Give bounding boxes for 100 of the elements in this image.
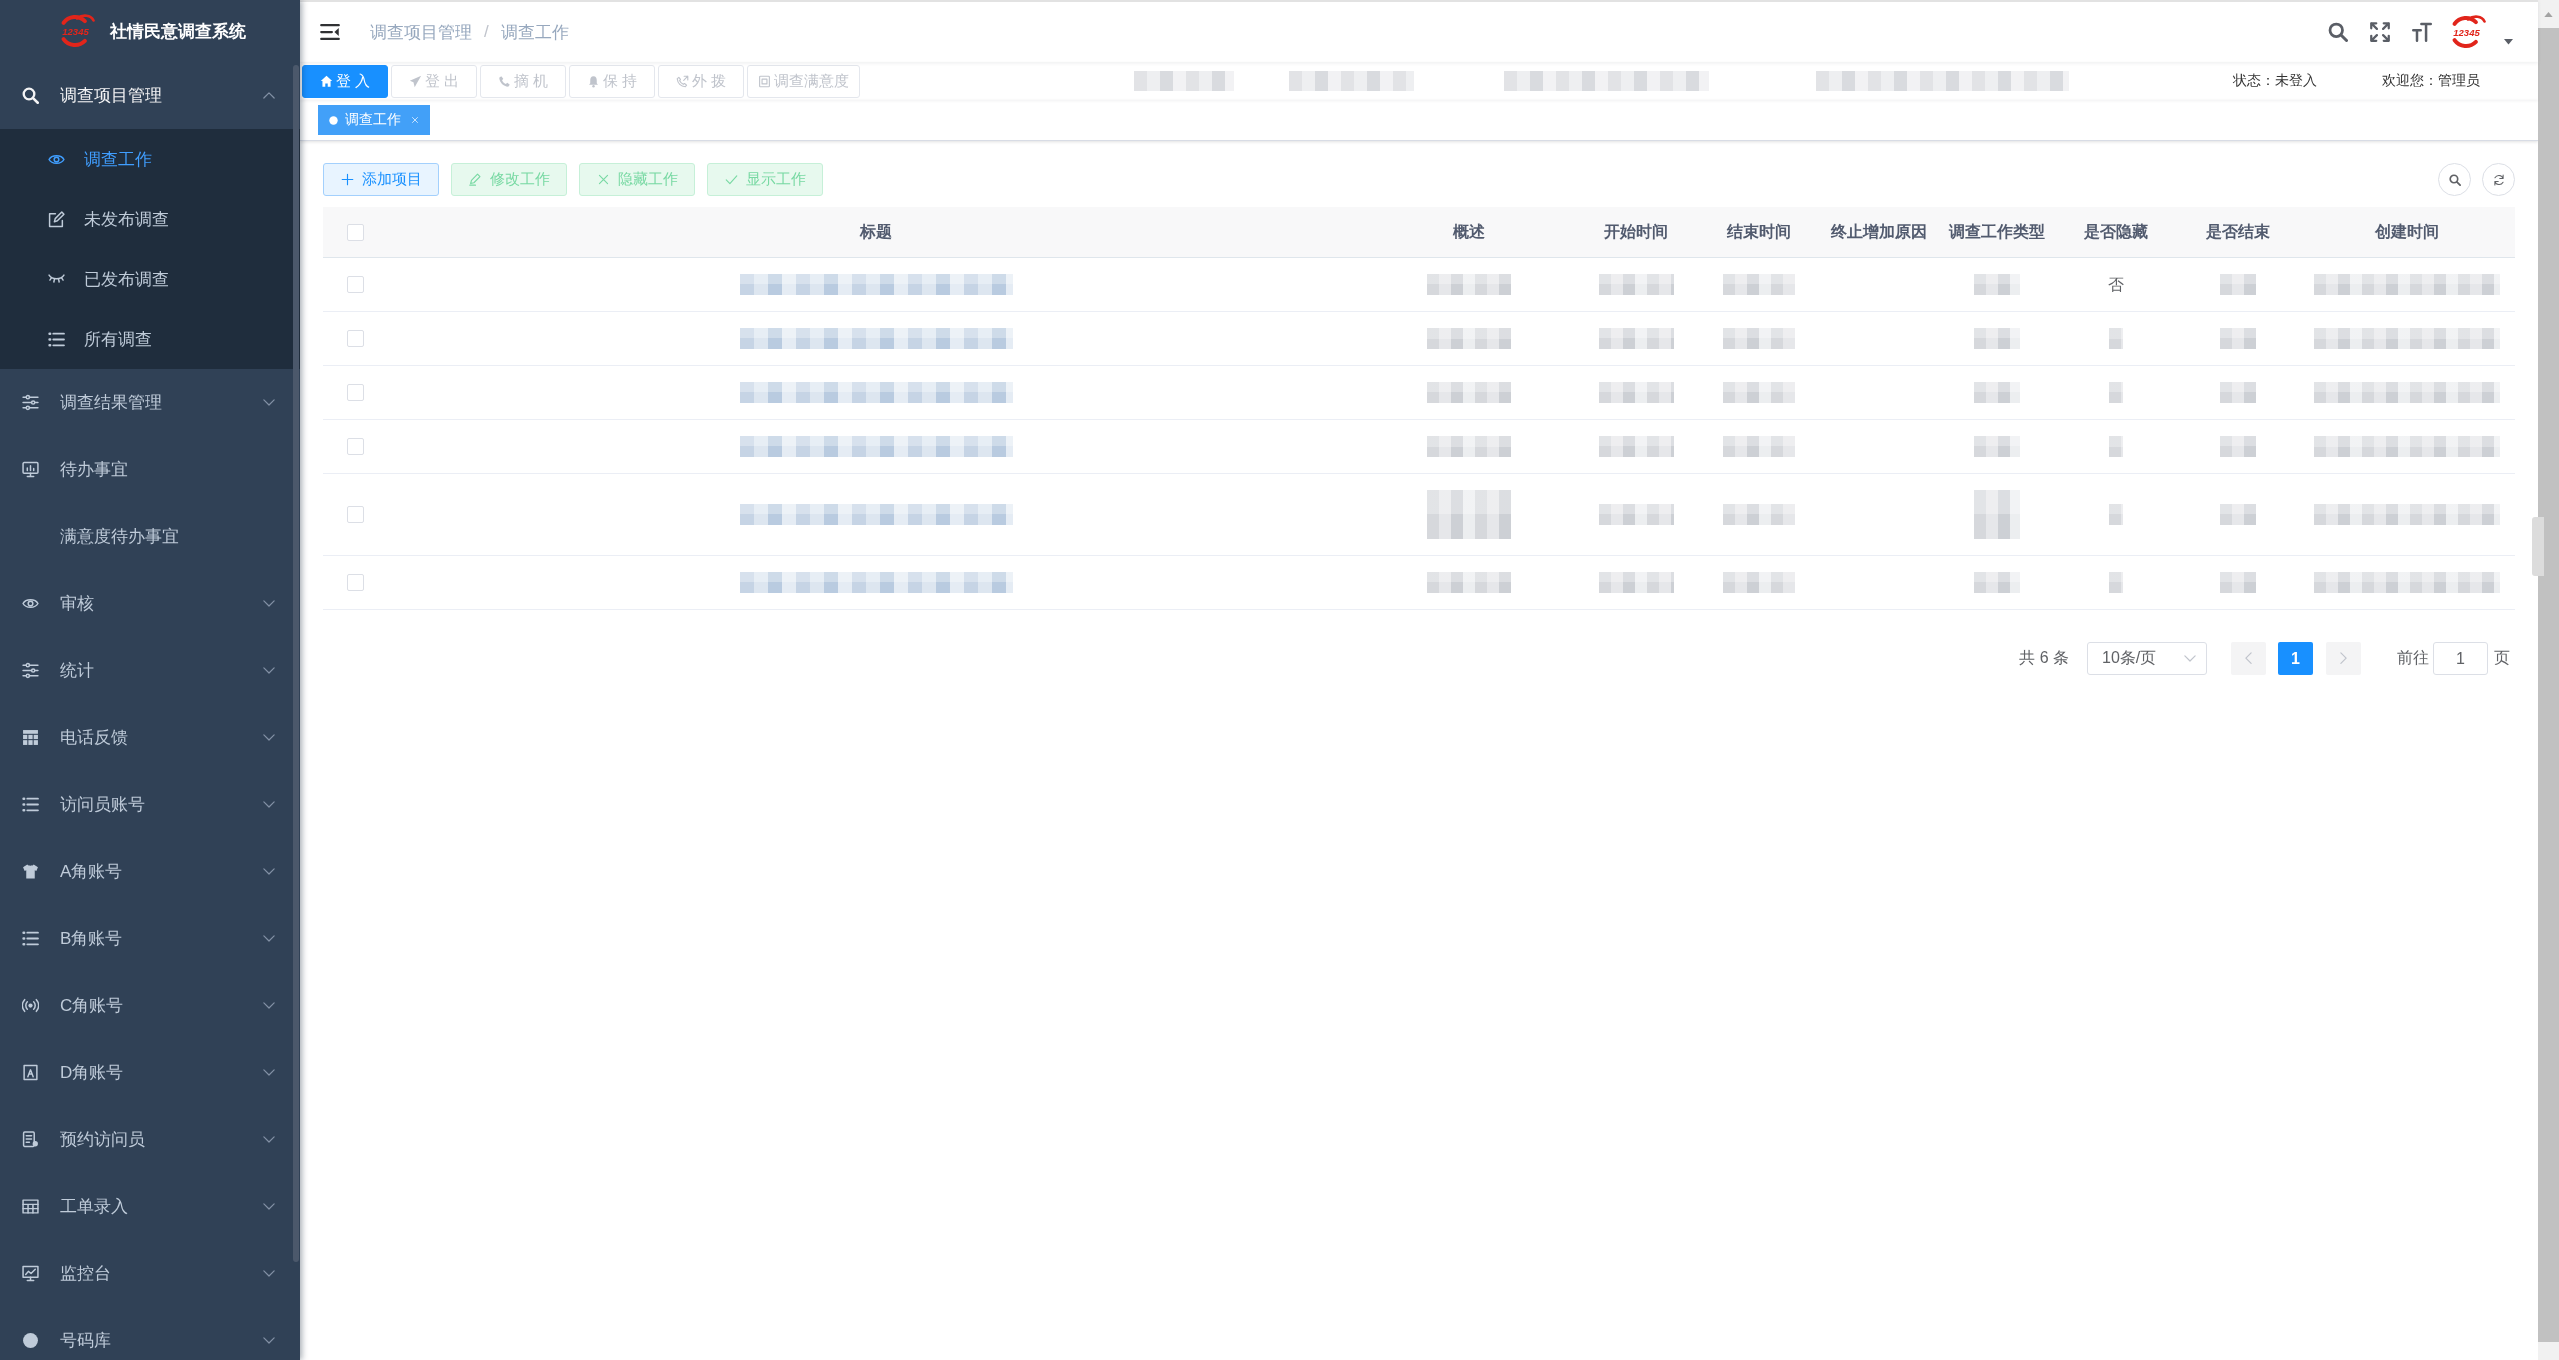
column-header: 标题 (858, 221, 894, 242)
menu-item[interactable]: 访问员账号 (0, 771, 300, 838)
refresh-button[interactable] (2482, 163, 2515, 196)
closed-eye-icon (48, 274, 65, 284)
blurred-text (2219, 504, 2257, 525)
phone-icon (497, 74, 511, 88)
blurred-text (1974, 328, 2021, 349)
total-count: 共 6 条 (2019, 648, 2069, 668)
chevron-left-icon (2245, 652, 2252, 665)
menu-item[interactable]: 调查项目管理 (0, 62, 300, 129)
search-icon (2448, 173, 2461, 186)
goto-label: 前往 (2397, 648, 2429, 668)
blurred-text (2109, 436, 2124, 457)
column-header: 结束时间 (1725, 221, 1792, 242)
sliders-icon (22, 394, 39, 411)
search-icon (22, 87, 39, 104)
blurred-text (2219, 436, 2257, 457)
column-header: 是否结束 (2205, 221, 2272, 242)
chevron-right-icon (2340, 652, 2347, 665)
submenu-item[interactable]: 调查工作 (0, 129, 300, 189)
list-icon (22, 930, 39, 947)
close-icon[interactable] (411, 116, 419, 124)
font-size-icon[interactable] (2412, 22, 2432, 42)
column-header: 是否隐藏 (2083, 221, 2150, 242)
phone-outgoing-icon (675, 74, 689, 88)
menu-item[interactable]: 工单录入 (0, 1173, 300, 1240)
blurred-text (1974, 274, 2021, 295)
menu-item[interactable]: D角账号 (0, 1039, 300, 1106)
logo[interactable]: 12345 (2447, 15, 2487, 49)
checkbox[interactable] (347, 438, 364, 455)
bell-icon (586, 74, 600, 88)
blurred-text (1974, 382, 2021, 403)
page-input[interactable]: 1 (2433, 642, 2488, 675)
caret-down-icon[interactable] (2504, 39, 2513, 45)
submenu-item[interactable]: 所有调查 (0, 309, 300, 369)
page-suffix: 页 (2494, 648, 2510, 668)
home-icon (319, 74, 333, 88)
menu-item[interactable]: C角账号 (0, 972, 300, 1039)
blurred-text (2219, 382, 2257, 403)
checkbox[interactable] (347, 330, 364, 347)
list-icon (22, 796, 39, 813)
menu-item[interactable]: 调查结果管理 (0, 369, 300, 436)
pencil-icon (468, 173, 482, 186)
close-icon (596, 173, 610, 186)
scrollbar-thumb[interactable] (293, 65, 299, 1262)
menu-item[interactable]: 电话反馈 (0, 704, 300, 771)
document-gear-icon (22, 1131, 39, 1148)
page-size-select[interactable]: 10条/页 (2087, 642, 2207, 675)
submenu-item[interactable]: 已发布调查 (0, 249, 300, 309)
blurred-text (2109, 504, 2124, 525)
blurred-text (2219, 328, 2257, 349)
broadcast-icon (22, 997, 39, 1014)
menu-item[interactable]: 监控台 (0, 1240, 300, 1307)
menu-item[interactable]: A角账号 (0, 838, 300, 905)
login-status: 状态：未登入 (2233, 72, 2317, 90)
table-cell-text: 否 (2108, 275, 2125, 295)
checkbox[interactable] (347, 574, 364, 591)
blurred-text (2219, 274, 2257, 295)
globe-icon (22, 1332, 39, 1349)
search-icon[interactable] (2328, 22, 2348, 42)
welcome-text: 欢迎您：管理员 (2382, 72, 2480, 90)
panel-handle[interactable] (2532, 517, 2544, 576)
submenu-item[interactable]: 未发布调查 (0, 189, 300, 249)
menu-item[interactable]: 统计 (0, 637, 300, 704)
checkbox[interactable] (347, 384, 364, 401)
checkbox[interactable] (347, 506, 364, 523)
breadcrumb-separator: / (484, 22, 489, 42)
blurred-text (2109, 382, 2124, 403)
chart-monitor-icon (22, 1265, 39, 1282)
paper-plane-icon (408, 74, 422, 88)
menu-item[interactable]: 审核 (0, 570, 300, 637)
column-header: 调查工作类型 (1947, 221, 2047, 242)
menu-item[interactable]: 号码库 (0, 1307, 300, 1360)
monitor-icon (22, 461, 39, 478)
menu-icon[interactable] (320, 22, 340, 42)
menu-item[interactable]: 满意度待办事宜 (0, 503, 300, 570)
blurred-text (2109, 572, 2124, 593)
blurred-text (1974, 436, 2021, 457)
dot-icon (329, 115, 338, 125)
blurred-text (1974, 490, 2021, 539)
table-icon (22, 729, 39, 746)
menu-item[interactable]: B角账号 (0, 905, 300, 972)
menu-item[interactable]: 预约访问员 (0, 1106, 300, 1173)
sliders-icon (22, 662, 39, 679)
app-title: 社情民意调查系统 (110, 20, 246, 43)
blurred-text (2219, 572, 2257, 593)
check-icon (724, 173, 738, 186)
refresh-icon (2492, 173, 2505, 186)
column-header: 开始时间 (1603, 221, 1670, 242)
checkbox[interactable] (347, 276, 364, 293)
column-header: 概述 (1452, 221, 1486, 242)
search-button[interactable] (2438, 163, 2471, 196)
column-header: 创建时间 (2373, 221, 2440, 242)
fullscreen-icon[interactable] (2370, 22, 2390, 42)
checkbox[interactable] (347, 223, 364, 241)
shirt-icon (22, 863, 39, 880)
list-icon (48, 330, 65, 348)
logo: 12345 (56, 14, 96, 48)
caret-up-icon[interactable] (2544, 12, 2553, 18)
menu-item[interactable]: 待办事宜 (0, 436, 300, 503)
